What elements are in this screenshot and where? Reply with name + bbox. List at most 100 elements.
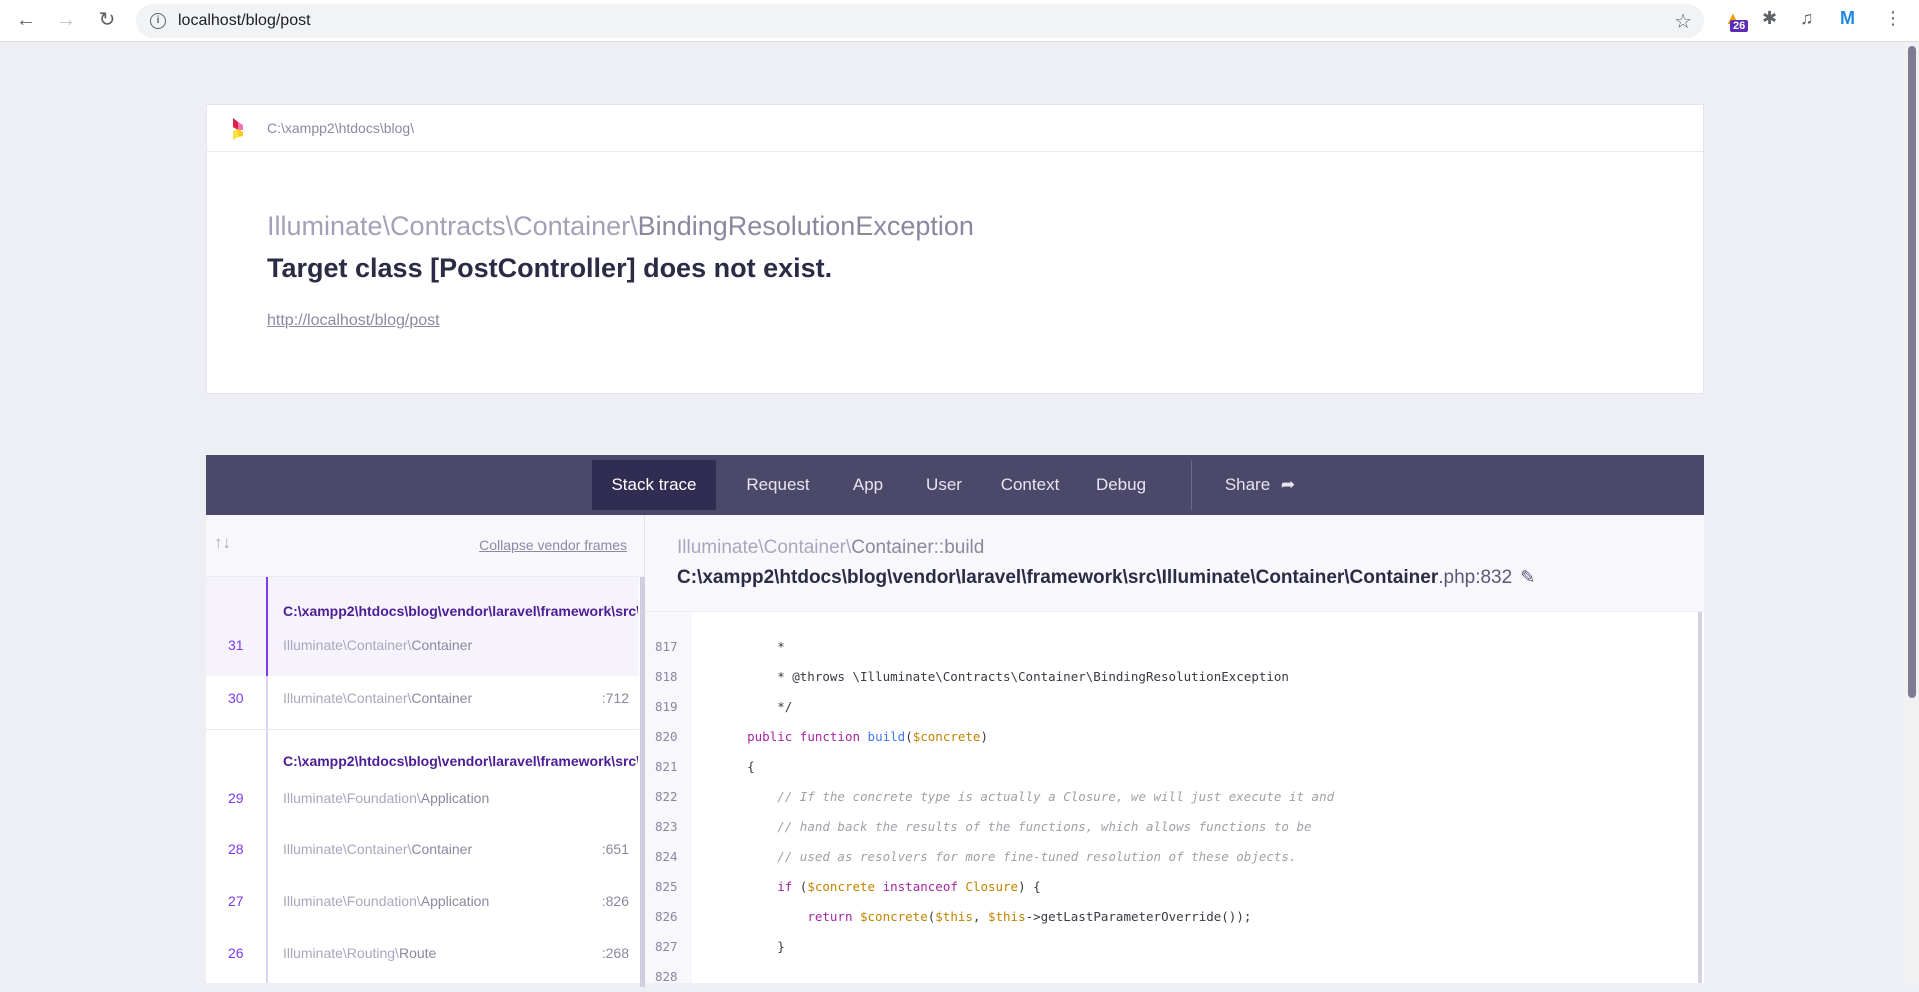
code-scrollbar[interactable]: [1698, 612, 1702, 983]
collapse-vendor-frames-link[interactable]: Collapse vendor frames: [479, 537, 627, 553]
reload-icon[interactable]: ↻: [95, 8, 119, 32]
frame-class: Illuminate\Container\Container: [283, 841, 473, 857]
code-token: {: [717, 759, 755, 774]
code-text: return $concrete($this, $this->getLastPa…: [717, 902, 1251, 932]
frame-number: 28: [228, 841, 244, 857]
tab-context[interactable]: Context: [988, 460, 1072, 510]
frame-line: :651: [601, 841, 629, 857]
forward-icon[interactable]: →: [54, 8, 78, 32]
frame-number: 30: [228, 690, 244, 706]
code-line: 819 */: [645, 692, 1695, 722]
frame-class: Illuminate\Routing\Route: [283, 945, 437, 961]
tab-share[interactable]: Share ➦: [1210, 460, 1310, 510]
code-token: public: [747, 729, 793, 744]
edit-pencil-icon[interactable]: ✎: [1520, 567, 1535, 587]
frame-line: :826: [601, 893, 629, 909]
address-bar[interactable]: i localhost/blog/post ☆: [136, 4, 1704, 38]
exception-namespace: Illuminate\Contracts\Container\: [267, 211, 638, 241]
frame-group-file[interactable]: C:\xampp2\htdocs\blog\vendor\laravel\fra…: [283, 753, 638, 769]
frame-number: 26: [228, 945, 244, 961]
divider: [206, 729, 639, 730]
tab-user[interactable]: User: [912, 460, 976, 510]
line-number[interactable]: 822: [655, 782, 678, 812]
back-icon[interactable]: ←: [14, 8, 38, 32]
exception-card: C:\xampp2\htdocs\blog\ Illuminate\Contra…: [206, 104, 1704, 394]
code-line: 823 // hand back the results of the func…: [645, 812, 1695, 842]
line-number[interactable]: 817: [655, 632, 678, 662]
code-token: return: [807, 909, 853, 924]
scrollbar-thumb[interactable]: [1908, 46, 1916, 698]
code-line: 828: [645, 962, 1695, 992]
line-number[interactable]: 824: [655, 842, 678, 872]
line-number[interactable]: 818: [655, 662, 678, 692]
frame-file-path: C:\xampp2\htdocs\blog\vendor\laravel\fra…: [677, 567, 1536, 588]
browser-toolbar: ← → ↻ i localhost/blog/post ☆ ▲ 26 ✱ ♫ M…: [0, 0, 1919, 42]
line-number[interactable]: 819: [655, 692, 678, 722]
frame-line: :712: [601, 690, 629, 706]
code-token: $this: [935, 909, 973, 924]
tab-divider: [1191, 460, 1192, 510]
code-token: // If the concrete type is actually a Cl…: [777, 789, 1335, 804]
tab-debug[interactable]: Debug: [1084, 460, 1158, 510]
line-number[interactable]: 820: [655, 722, 678, 752]
code-token: ): [980, 729, 988, 744]
request-url-link[interactable]: http://localhost/blog/post: [267, 312, 440, 330]
code-text: public function build($concrete): [717, 722, 988, 752]
code-token: $this: [987, 909, 1026, 924]
frame-class: Illuminate\Foundation\Application: [283, 893, 490, 909]
code-token: Closure: [965, 879, 1019, 894]
info-icon[interactable]: i: [150, 13, 166, 29]
line-number[interactable]: 828: [655, 962, 678, 992]
line-number[interactable]: 823: [655, 812, 678, 842]
code-token: }: [717, 939, 785, 954]
tab-app[interactable]: App: [836, 460, 900, 510]
code-token: build: [867, 729, 906, 744]
profile-extension-icon[interactable]: M: [1840, 8, 1855, 34]
page-scrollbar[interactable]: [1904, 42, 1919, 983]
frame-nav-arrows-icon[interactable]: ↑↓: [214, 533, 231, 553]
code-text: *: [717, 632, 785, 662]
code-token: instanceof: [882, 879, 958, 894]
frame-number: 31: [228, 637, 244, 653]
card-header: C:\xampp2\htdocs\blog\: [207, 105, 1703, 152]
code-text: */: [717, 692, 792, 722]
code-text: // hand back the results of the function…: [717, 812, 1311, 842]
line-number[interactable]: 825: [655, 872, 678, 902]
tab-stack-trace[interactable]: Stack trace: [592, 460, 716, 510]
ignition-logo-icon: [233, 118, 243, 140]
code-token: (: [905, 729, 913, 744]
code-token: ) {: [1018, 879, 1041, 894]
url-text[interactable]: localhost/blog/post: [178, 12, 311, 30]
frame-group-file[interactable]: C:\xampp2\htdocs\blog\vendor\laravel\fra…: [283, 603, 638, 619]
line-number[interactable]: 827: [655, 932, 678, 962]
code-header: Illuminate\Container\Container::build C:…: [645, 515, 1704, 612]
exception-class-name: BindingResolutionException: [637, 211, 974, 241]
line-number[interactable]: 826: [655, 902, 678, 932]
code-token: ,: [972, 909, 988, 924]
frame-method: Illuminate\Container\Container::build: [677, 537, 985, 558]
code-line: 824 // used as resolvers for more fine-t…: [645, 842, 1695, 872]
tab-request[interactable]: Request: [731, 460, 825, 510]
code-token: */: [717, 699, 793, 714]
stack-frames-panel: ↑↓ Collapse vendor frames C:\xampp2\htdo…: [206, 515, 645, 987]
code-text: // used as resolvers for more fine-tuned…: [717, 842, 1296, 872]
code-token: $concrete: [860, 909, 928, 924]
code-line: 827 }: [645, 932, 1695, 962]
code-line: 818 * @throws \Illuminate\Contracts\Cont…: [645, 662, 1695, 692]
code-token: * @throws \Illuminate\Contracts\Containe…: [717, 669, 1289, 684]
code-token: *: [717, 639, 785, 654]
media-icon[interactable]: ♫: [1800, 8, 1814, 34]
puzzle-icon[interactable]: ✱: [1762, 8, 1777, 34]
menu-icon[interactable]: ⋮: [1884, 8, 1902, 34]
line-number[interactable]: 821: [655, 752, 678, 782]
star-icon[interactable]: ☆: [1674, 9, 1692, 34]
code-token: $concrete: [912, 729, 981, 744]
